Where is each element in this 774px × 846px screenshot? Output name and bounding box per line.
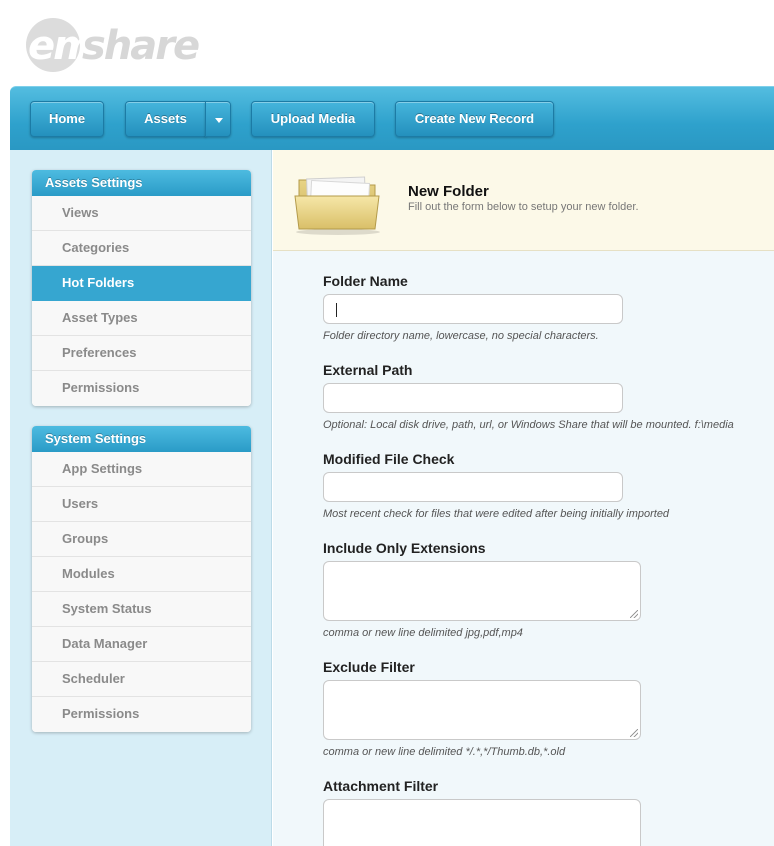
- sidebar-item-system-status[interactable]: System Status: [32, 592, 251, 627]
- main-content: New Folder Fill out the form below to se…: [273, 150, 774, 846]
- include-only-extensions-label: Include Only Extensions: [323, 540, 486, 556]
- page-header: New Folder Fill out the form below to se…: [273, 150, 774, 251]
- modified-file-check-label: Modified File Check: [323, 451, 455, 467]
- top-nav-bar: Home Assets Upload Media Create New Reco…: [10, 86, 774, 150]
- system-settings-header: System Settings: [32, 426, 251, 452]
- emshare-logo: em share: [26, 16, 206, 76]
- sidebar-item-views[interactable]: Views: [32, 196, 251, 231]
- sidebar-item-system-permissions[interactable]: Permissions: [32, 697, 251, 732]
- sidebar: Assets Settings Views Categories Hot Fol…: [10, 150, 272, 846]
- svg-text:share: share: [82, 23, 199, 69]
- external-path-input[interactable]: [323, 383, 623, 413]
- include-only-extensions-textarea[interactable]: [323, 561, 641, 621]
- exclude-filter-label: Exclude Filter: [323, 659, 415, 675]
- sidebar-item-groups[interactable]: Groups: [32, 522, 251, 557]
- resize-handle-icon[interactable]: [630, 610, 638, 618]
- assets-button[interactable]: Assets: [125, 101, 206, 137]
- sidebar-item-users[interactable]: Users: [32, 487, 251, 522]
- external-path-label: External Path: [323, 362, 413, 378]
- folder-name-help: Folder directory name, lowercase, no spe…: [323, 330, 599, 342]
- page-title: New Folder: [408, 183, 489, 200]
- text-cursor: [336, 303, 337, 317]
- sidebar-item-preferences[interactable]: Preferences: [32, 336, 251, 371]
- attachment-filter-textarea[interactable]: [323, 799, 641, 846]
- sidebar-item-scheduler[interactable]: Scheduler: [32, 662, 251, 697]
- folder-icon: [294, 176, 380, 235]
- home-button[interactable]: Home: [30, 101, 104, 137]
- assets-dropdown-toggle[interactable]: [205, 101, 231, 137]
- chevron-down-icon: [215, 118, 223, 123]
- sidebar-item-categories[interactable]: Categories: [32, 231, 251, 266]
- sidebar-item-modules[interactable]: Modules: [32, 557, 251, 592]
- include-only-extensions-help: comma or new line delimited jpg,pdf,mp4: [323, 627, 523, 639]
- folder-name-input[interactable]: [323, 294, 623, 324]
- sidebar-item-app-settings[interactable]: App Settings: [32, 452, 251, 487]
- sidebar-item-data-manager[interactable]: Data Manager: [32, 627, 251, 662]
- sidebar-item-hot-folders[interactable]: Hot Folders: [32, 266, 251, 301]
- assets-settings-header: Assets Settings: [32, 170, 251, 196]
- page-subtitle: Fill out the form below to setup your ne…: [408, 201, 639, 213]
- folder-name-label: Folder Name: [323, 273, 408, 289]
- assets-settings-panel: Assets Settings Views Categories Hot Fol…: [32, 170, 251, 406]
- external-path-help: Optional: Local disk drive, path, url, o…: [323, 419, 734, 431]
- sidebar-item-permissions[interactable]: Permissions: [32, 371, 251, 406]
- system-settings-panel: System Settings App Settings Users Group…: [32, 426, 251, 732]
- upload-media-button[interactable]: Upload Media: [251, 101, 375, 137]
- modified-file-check-input[interactable]: [323, 472, 623, 502]
- modified-file-check-help: Most recent check for files that were ed…: [323, 508, 670, 520]
- resize-handle-icon[interactable]: [630, 729, 638, 737]
- exclude-filter-help: comma or new line delimited */.*,*/Thumb…: [323, 746, 566, 758]
- sidebar-item-asset-types[interactable]: Asset Types: [32, 301, 251, 336]
- exclude-filter-textarea[interactable]: [323, 680, 641, 740]
- attachment-filter-label: Attachment Filter: [323, 778, 439, 794]
- create-new-record-button[interactable]: Create New Record: [395, 101, 554, 137]
